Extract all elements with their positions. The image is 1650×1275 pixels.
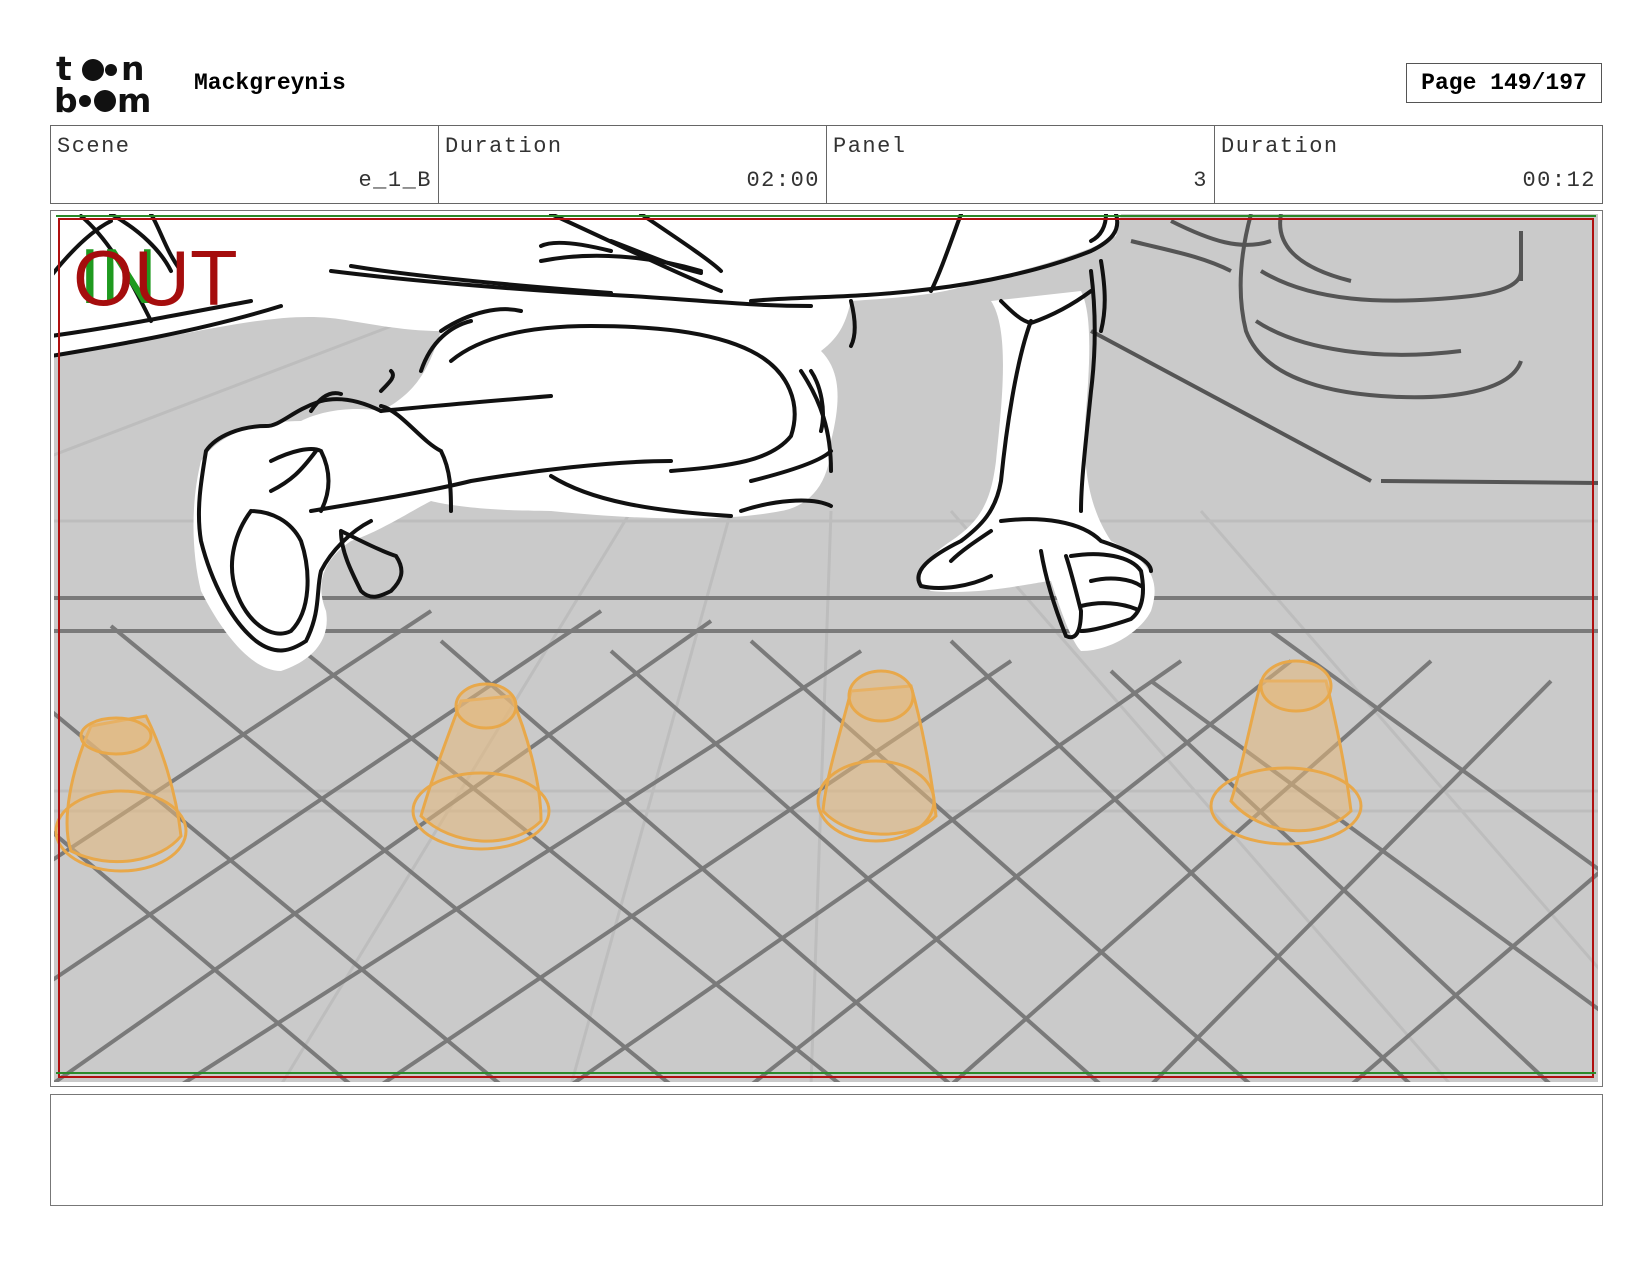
scene-duration-value: 02:00 [746,168,820,193]
panel-cell: Panel 3 [827,126,1215,203]
page-indicator: Page 149/197 [1406,63,1602,103]
project-title: Mackgreynis [194,70,346,96]
panel-duration-value: 00:12 [1522,168,1596,193]
scene-value: e_1_B [358,168,432,193]
svg-text:m: m [117,81,151,116]
panel-duration-cell: Duration 00:12 [1215,126,1602,203]
panel-duration-label: Duration [1221,134,1339,159]
scene-duration-cell: Duration 02:00 [439,126,827,203]
panel-label: Panel [833,134,907,159]
toon-boom-logo: t n b m [54,49,172,120]
scene-cell: Scene e_1_B [51,126,439,203]
svg-text:b: b [54,81,78,116]
panel-notes-box [50,1094,1603,1206]
panel-drawing: IN OUT [54,214,1598,1082]
scene-duration-label: Duration [445,134,563,159]
storyboard-panel: IN OUT [50,210,1603,1087]
panel-value: 3 [1193,168,1208,193]
panel-info-table: Scene e_1_B Duration 02:00 Panel 3 Durat… [50,125,1603,204]
scene-label: Scene [57,134,131,159]
transition-out-label: OUT [73,234,238,322]
